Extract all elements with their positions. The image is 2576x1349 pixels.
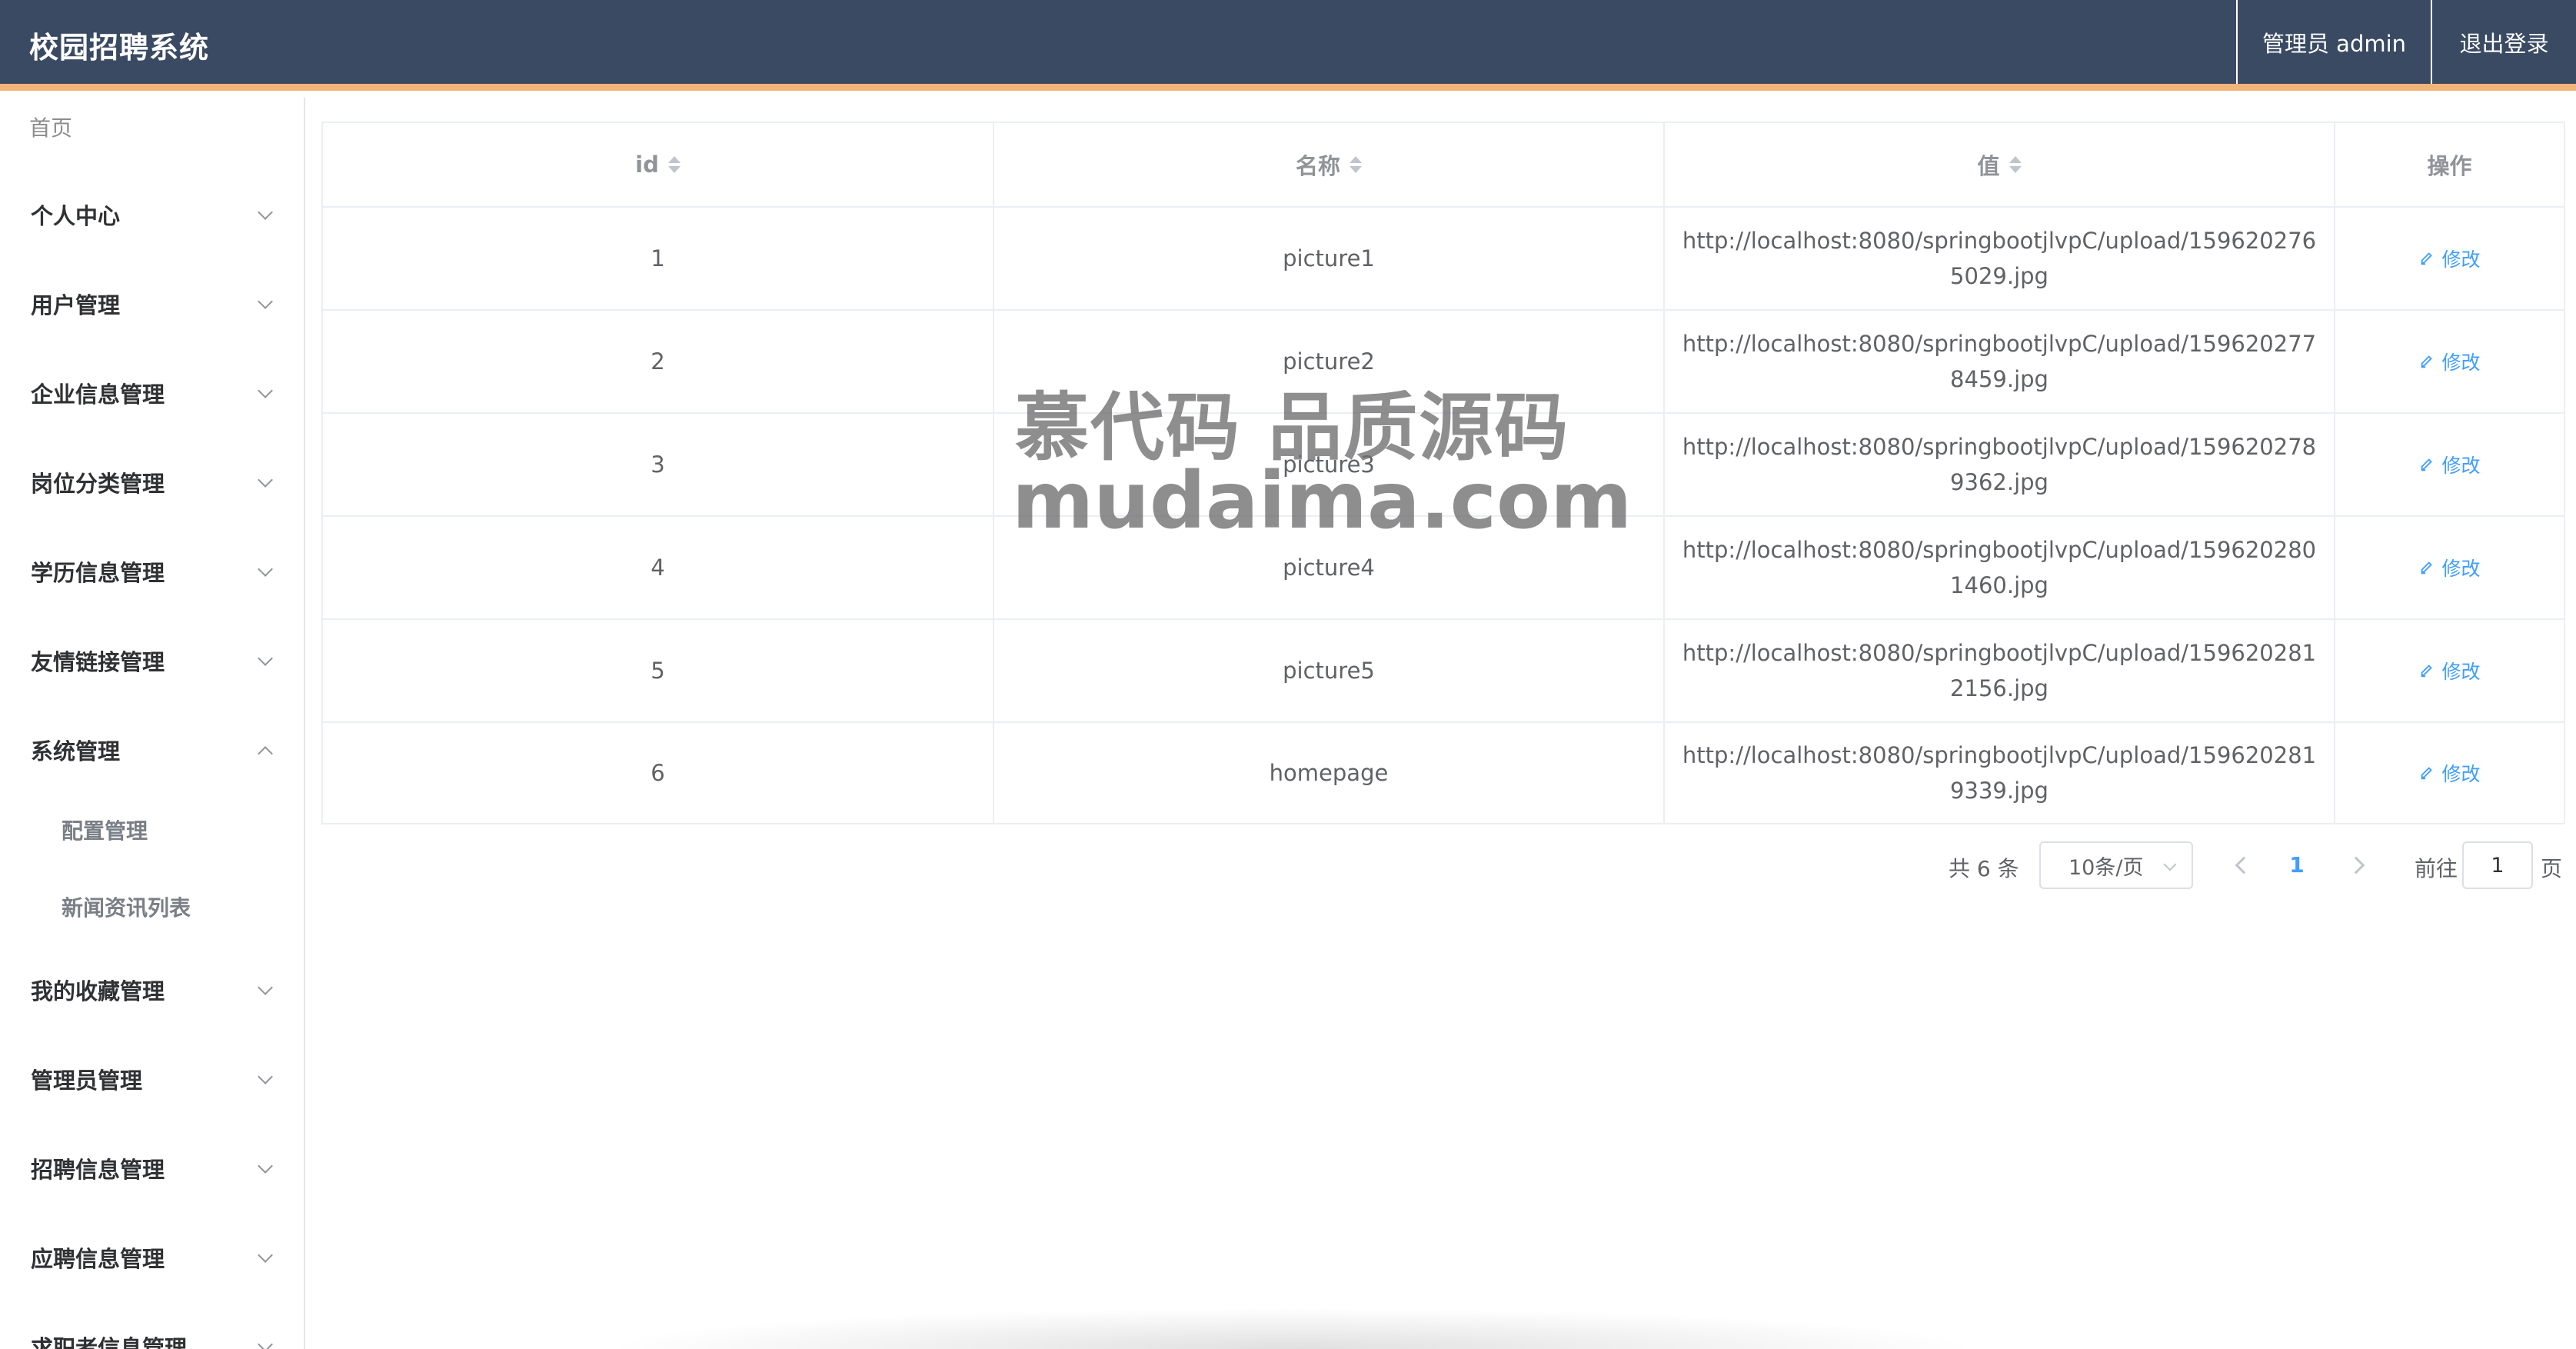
- edit-button[interactable]: 修改: [2418, 554, 2481, 581]
- sidebar-item-home[interactable]: 首页: [29, 112, 72, 142]
- cell-id: 5: [651, 658, 665, 684]
- edit-button[interactable]: 修改: [2418, 245, 2481, 272]
- watermark-line2: mudaima.com: [1012, 455, 1632, 547]
- chevron-down-icon: [258, 980, 273, 995]
- edit-icon: [2421, 767, 2433, 780]
- chevron-down-icon: [258, 561, 273, 577]
- page-number-current[interactable]: 1: [2285, 852, 2308, 878]
- chevron-down-icon: [258, 472, 273, 488]
- sidebar-item-job-seeker-info[interactable]: 求职者信息管理: [0, 1302, 304, 1349]
- column-header-id[interactable]: id: [323, 123, 994, 206]
- cell-value: http://localhost:8080/springbootjlvpC/up…: [1682, 434, 2317, 495]
- chevron-down-icon: [258, 383, 273, 398]
- cell-id: 3: [651, 451, 665, 478]
- cell-value: http://localhost:8080/springbootjlvpC/up…: [1682, 640, 2317, 701]
- edit-icon: [2421, 561, 2433, 575]
- edit-icon: [2421, 355, 2433, 368]
- table-row: 6 homepage http://localhost:8080/springb…: [323, 723, 2564, 823]
- sidebar-item-label: 友情链接管理: [31, 649, 165, 675]
- cell-value: http://localhost:8080/springbootjlvpC/up…: [1682, 228, 2317, 289]
- sidebar-subitem-label: 新闻资讯列表: [62, 895, 191, 921]
- sidebar-subitem-config[interactable]: 配置管理: [0, 791, 304, 868]
- sidebar-subitem-label: 配置管理: [62, 818, 148, 844]
- goto-page-input[interactable]: 1: [2462, 841, 2533, 889]
- edit-icon: [2421, 665, 2433, 678]
- sidebar-item-label: 招聘信息管理: [31, 1157, 165, 1183]
- table-row: 1 picture1 http://localhost:8080/springb…: [323, 208, 2564, 311]
- sidebar-item-favorites[interactable]: 我的收藏管理: [0, 945, 304, 1034]
- sidebar-item-label: 学历信息管理: [31, 560, 165, 586]
- cell-value: http://localhost:8080/springbootjlvpC/up…: [1682, 742, 2317, 804]
- column-header-actions: 操作: [2427, 153, 2472, 179]
- prev-page-button[interactable]: [2235, 856, 2253, 874]
- edit-button[interactable]: 修改: [2418, 451, 2481, 478]
- chevron-down-icon: [258, 1158, 273, 1174]
- sidebar-item-application-info[interactable]: 应聘信息管理: [0, 1213, 304, 1302]
- sidebar-item-education-info[interactable]: 学历信息管理: [0, 527, 304, 616]
- sidebar-item-personal-center[interactable]: 个人中心: [0, 170, 304, 259]
- sidebar-item-label: 个人中心: [31, 203, 121, 229]
- cell-id: 4: [651, 555, 665, 581]
- cell-id: 1: [651, 245, 665, 271]
- table-header-row: id 名称 值 操作: [323, 123, 2564, 208]
- page-size-select[interactable]: 10条/页: [2039, 841, 2193, 889]
- app-title: 校园招聘系统: [29, 31, 210, 65]
- sidebar-item-company-info[interactable]: 企业信息管理: [0, 348, 304, 438]
- chevron-down-icon: [258, 651, 273, 666]
- chevron-down-icon: [2163, 858, 2177, 871]
- sidebar-item-label: 求职者信息管理: [31, 1335, 188, 1349]
- cell-name: picture4: [1283, 555, 1375, 581]
- chevron-down-icon: [258, 1069, 273, 1084]
- cell-id: 6: [651, 760, 665, 786]
- sidebar-item-label: 企业信息管理: [31, 381, 165, 408]
- sort-icon[interactable]: [667, 155, 681, 175]
- sidebar-item-system-management[interactable]: 系统管理: [0, 705, 304, 794]
- sidebar-item-label: 用户管理: [31, 292, 121, 318]
- edit-icon: [2421, 458, 2433, 471]
- column-header-name[interactable]: 名称: [994, 123, 1665, 206]
- sidebar-item-user-management[interactable]: 用户管理: [0, 259, 304, 348]
- cell-id: 2: [651, 348, 665, 375]
- sidebar-item-label: 管理员管理: [31, 1068, 143, 1094]
- sidebar-item-friend-links[interactable]: 友情链接管理: [0, 616, 304, 705]
- next-page-button[interactable]: [2347, 856, 2365, 874]
- sidebar-item-label: 应聘信息管理: [31, 1246, 165, 1272]
- goto-suffix: 页: [2541, 856, 2563, 881]
- chevron-down-icon: [258, 1247, 273, 1263]
- sidebar-item-label: 岗位分类管理: [31, 471, 165, 497]
- sidebar-subitem-news-list[interactable]: 新闻资讯列表: [0, 868, 304, 945]
- edit-icon: [2421, 252, 2433, 265]
- sidebar-item-label: 我的收藏管理: [31, 978, 165, 1004]
- edit-button[interactable]: 修改: [2418, 657, 2481, 684]
- sidebar: 首页 个人中心 用户管理 企业信息管理 岗位分类管理 学历信息管理 友情链接管理…: [0, 98, 305, 1349]
- cell-value: http://localhost:8080/springbootjlvpC/up…: [1682, 331, 2317, 392]
- sidebar-item-recruitment-info[interactable]: 招聘信息管理: [0, 1124, 304, 1213]
- chevron-down-icon: [258, 1337, 273, 1349]
- top-header: 校园招聘系统 管理员 admin 退出登录: [0, 0, 2576, 91]
- goto-label: 前往: [2415, 856, 2458, 881]
- chevron-up-icon: [258, 746, 273, 761]
- sidebar-item-job-category[interactable]: 岗位分类管理: [0, 438, 304, 527]
- edit-button[interactable]: 修改: [2418, 759, 2481, 787]
- chevron-down-icon: [258, 294, 273, 309]
- edit-button[interactable]: 修改: [2418, 348, 2481, 375]
- pagination-total: 共 6 条: [1949, 856, 2019, 881]
- cell-name: picture1: [1283, 245, 1375, 271]
- cell-name: homepage: [1269, 760, 1389, 786]
- cell-name: picture5: [1283, 658, 1375, 684]
- bottom-shadow: [600, 1307, 1984, 1349]
- sort-icon[interactable]: [1350, 155, 1362, 175]
- column-header-value[interactable]: 值: [1665, 123, 2335, 206]
- sidebar-item-admin-management[interactable]: 管理员管理: [0, 1034, 304, 1124]
- cell-value: http://localhost:8080/springbootjlvpC/up…: [1682, 537, 2317, 598]
- admin-user-button[interactable]: 管理员 admin: [2236, 0, 2431, 84]
- sidebar-item-label: 系统管理: [31, 738, 121, 764]
- sort-icon[interactable]: [2009, 155, 2022, 175]
- logout-button[interactable]: 退出登录: [2431, 0, 2576, 84]
- chevron-down-icon: [258, 205, 273, 220]
- table-row: 5 picture5 http://localhost:8080/springb…: [323, 620, 2564, 723]
